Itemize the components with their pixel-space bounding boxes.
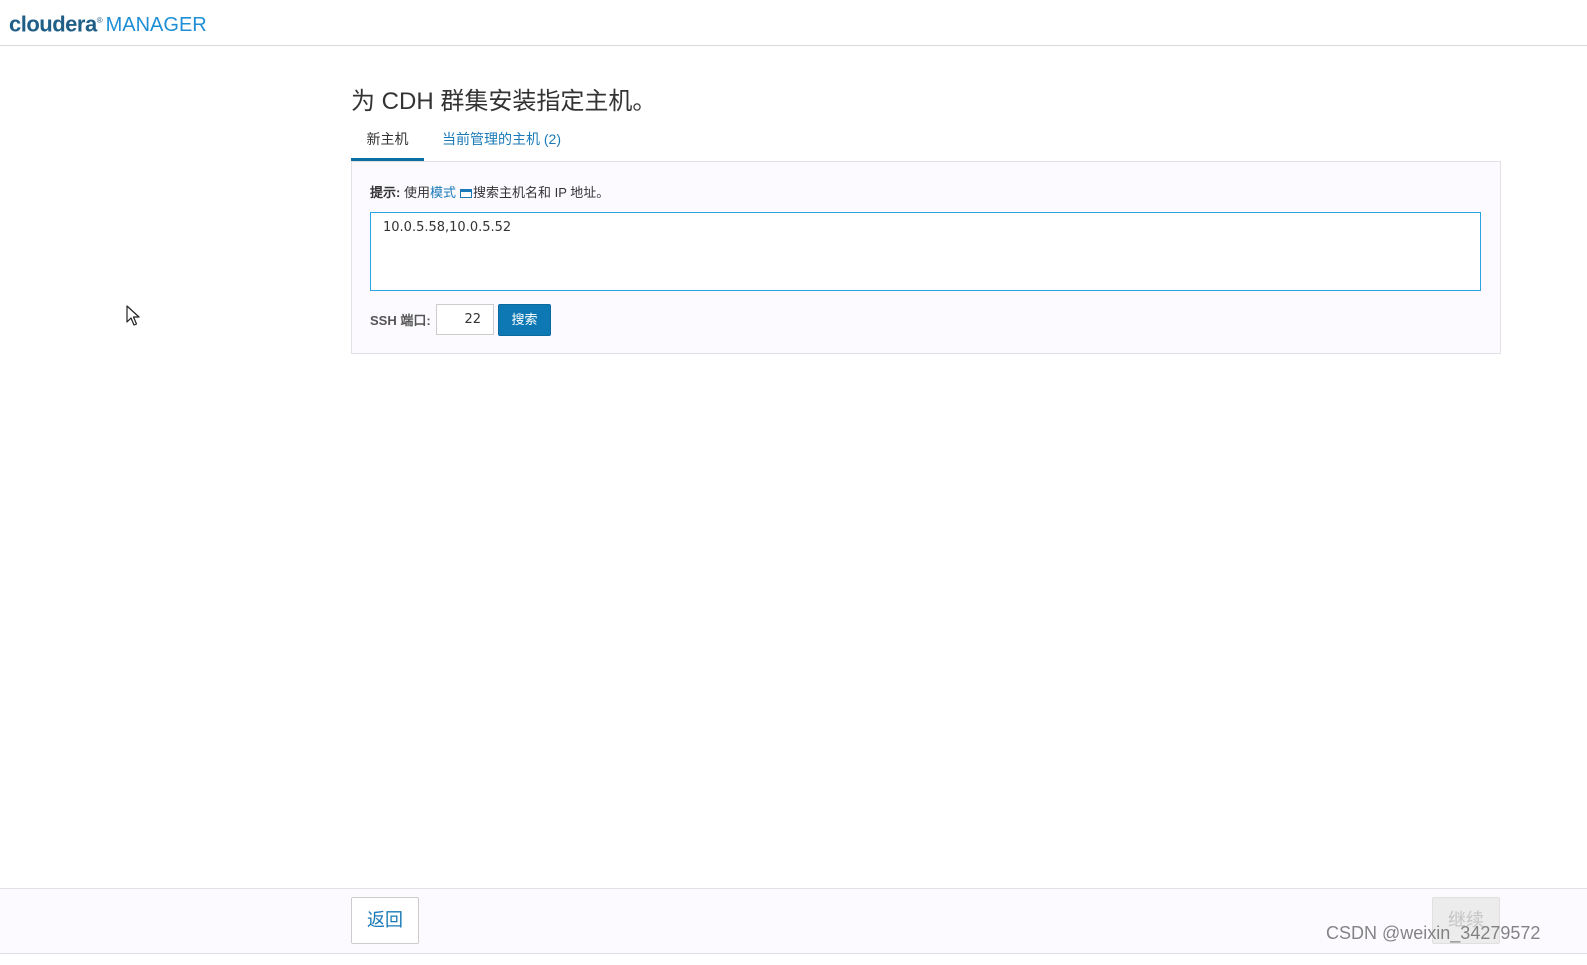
- brand-secondary: MANAGER: [105, 14, 207, 37]
- brand-trademark: ®: [96, 16, 103, 25]
- hint-label: 提示:: [370, 185, 401, 200]
- ssh-port-input[interactable]: [436, 304, 494, 335]
- watermark: CSDN @weixin_34279572: [1326, 923, 1541, 943]
- hint-text-after: 搜索主机名和 IP 地址。: [472, 185, 610, 200]
- host-tabs: 新主机 当前管理的主机 (2): [351, 124, 1501, 161]
- back-button[interactable]: 返回: [351, 897, 419, 944]
- window-icon[interactable]: [459, 189, 472, 198]
- search-button[interactable]: 搜索: [498, 304, 551, 336]
- tab-new-hosts[interactable]: 新主机: [351, 124, 424, 161]
- tab-managed-hosts[interactable]: 当前管理的主机 (2): [442, 124, 561, 158]
- hosts-input[interactable]: 10.0.5.58,10.0.5.52: [370, 212, 1481, 291]
- brand-primary: cloudera: [9, 11, 97, 37]
- host-search-panel: 提示: 使用模式 搜索主机名和 IP 地址。 10.0.5.58,10.0.5.5…: [351, 161, 1501, 354]
- search-hint: 提示: 使用模式 搜索主机名和 IP 地址。: [370, 182, 609, 201]
- mouse-cursor-icon: [126, 305, 140, 326]
- wizard-footer: 返回 继续: [0, 888, 1587, 954]
- hint-text-before: 使用: [400, 185, 430, 200]
- top-navbar: cloudera® MANAGER: [0, 0, 1587, 46]
- pattern-link[interactable]: 模式: [430, 185, 456, 200]
- ssh-port-label: SSH 端口:: [370, 313, 431, 328]
- page-title: 为 CDH 群集安装指定主机。: [351, 88, 657, 115]
- cloudera-manager-logo[interactable]: cloudera® MANAGER: [9, 7, 207, 39]
